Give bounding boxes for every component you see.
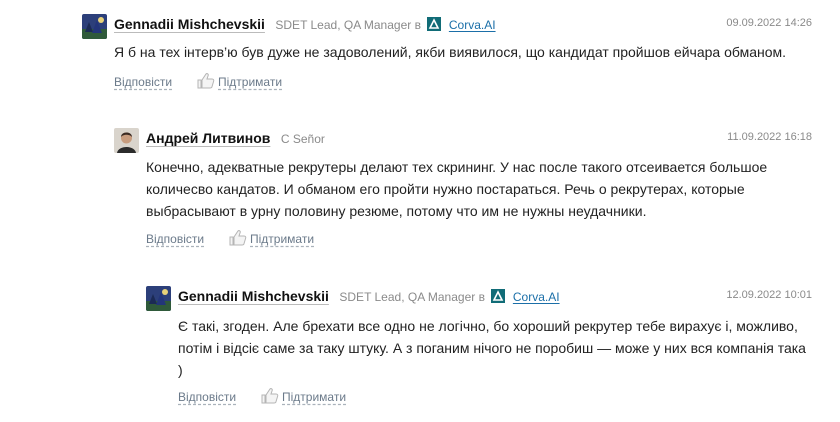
comment-header: Gennadii Mishchevskii SDET Lead, QA Mana… — [178, 288, 812, 308]
comment-text: Є такі, згоден. Але брехати все одно не … — [178, 318, 806, 378]
comment-header: Gennadii Mishchevskii SDET Lead, QA Mana… — [114, 16, 812, 36]
company-link[interactable]: Corva.AI — [449, 18, 496, 32]
thumbs-up-icon[interactable] — [228, 229, 248, 247]
author-title: C Señor — [280, 132, 325, 146]
reply-button[interactable]: Відповісти — [178, 390, 236, 404]
comment-actions: Відповісти Підтримати — [146, 230, 314, 250]
comment-actions: Відповісти Підтримати — [114, 73, 282, 93]
comment-actions: Відповісти Підтримати — [178, 388, 346, 408]
comment-text: Я б на тех інтерв’ю був дуже не задоволе… — [114, 44, 787, 60]
comment-date: 09.09.2022 14:26 — [726, 17, 812, 29]
comment-text: Конечно, адекватные рекрутеры делают тех… — [146, 159, 768, 219]
reply-button[interactable]: Відповісти — [114, 75, 172, 89]
reply-button[interactable]: Відповісти — [146, 232, 204, 246]
avatar[interactable] — [82, 14, 107, 39]
author-title: SDET Lead, QA Manager в — [339, 290, 485, 304]
corva-logo-icon — [491, 289, 506, 303]
comment-header: Андрей Литвинов C Señor — [146, 130, 812, 150]
comment-date: 12.09.2022 10:01 — [726, 289, 812, 301]
avatar[interactable] — [114, 128, 139, 153]
author-name[interactable]: Gennadii Mishchevskii — [114, 16, 265, 32]
avatar[interactable] — [146, 286, 171, 311]
support-button[interactable]: Підтримати — [282, 390, 346, 404]
company-link[interactable]: Corva.AI — [513, 290, 560, 304]
support-button[interactable]: Підтримати — [218, 75, 282, 89]
avatar-image — [82, 14, 107, 39]
support-button[interactable]: Підтримати — [250, 232, 314, 246]
avatar-photo — [114, 128, 139, 153]
avatar-image — [146, 286, 171, 311]
thumbs-up-icon[interactable] — [260, 387, 280, 405]
author-name[interactable]: Gennadii Mishchevskii — [178, 288, 329, 304]
thumbs-up-icon[interactable] — [196, 72, 216, 90]
author-name[interactable]: Андрей Литвинов — [146, 130, 270, 146]
corva-logo-icon — [427, 17, 442, 31]
author-title: SDET Lead, QA Manager в — [275, 18, 421, 32]
comment-date: 11.09.2022 16:18 — [727, 131, 812, 143]
